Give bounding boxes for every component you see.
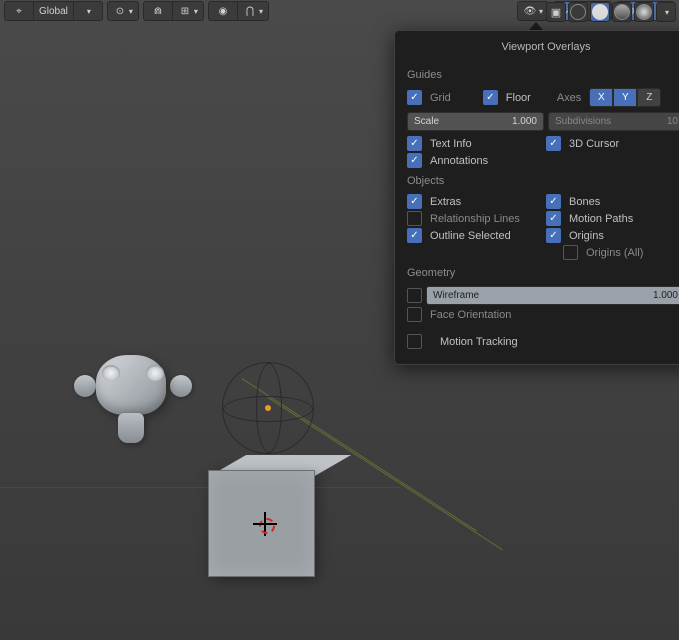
axes-toggle-group: X Y Z (589, 88, 661, 107)
monkey-ear-right (170, 375, 192, 397)
grid-label: Grid (426, 92, 451, 104)
chevron-down-icon: ▾ (665, 8, 669, 17)
floor-label: Floor (502, 92, 531, 104)
relationship-checkbox[interactable] (407, 211, 422, 226)
chevron-down-icon: ▾ (87, 7, 91, 16)
origins-label: Origins (565, 230, 604, 242)
subdivisions-label: Subdivisions (555, 116, 611, 127)
lookdev-shading[interactable] (612, 2, 632, 22)
sphere-origin (265, 405, 271, 411)
outline-selected-checkbox[interactable] (407, 228, 422, 243)
origins-checkbox[interactable] (546, 228, 561, 243)
shading-mode-group: ▣ ▾ (546, 2, 676, 22)
floor-checkbox[interactable] (483, 90, 498, 105)
monkey-head (96, 355, 166, 415)
snap-target-dropdown[interactable]: ⊞▾ (173, 2, 203, 20)
cursor3d-label: 3D Cursor (565, 138, 619, 150)
bones-checkbox[interactable] (546, 194, 561, 209)
outline-selected-label: Outline Selected (426, 230, 511, 242)
text-info-label: Text Info (426, 138, 472, 150)
motion-paths-label: Motion Paths (565, 213, 633, 225)
xray-icon: ▣ (549, 5, 563, 19)
lookdev-circle-icon (614, 4, 630, 20)
monkey-ear-left (74, 375, 96, 397)
motion-tracking-label: Motion Tracking (426, 336, 518, 348)
wireframe-label: Wireframe (433, 290, 479, 301)
viewport-overlays-popover: Viewport Overlays Guides Grid Floor Axes… (394, 30, 679, 365)
section-guides: Guides (407, 63, 679, 87)
bones-label: Bones (565, 196, 600, 208)
sphere-wireframe[interactable] (222, 362, 314, 454)
chevron-down-icon: ▾ (129, 7, 133, 16)
subdivisions-value: 10 (667, 116, 678, 127)
axis-x-toggle[interactable]: X (589, 88, 613, 107)
snap-toggle[interactable]: ⋒ (144, 2, 173, 20)
origins-all-label: Origins (All) (582, 247, 643, 259)
scale-field-value: 1.000 (512, 116, 537, 127)
motion-tracking-checkbox[interactable] (407, 334, 422, 349)
transform-orientation-dropdown[interactable]: ⌖ Global ▾ (4, 1, 103, 21)
orientation-icon: ⌖ (12, 4, 26, 18)
eye-icon: 👁 (523, 4, 537, 18)
wire-circle-icon (570, 4, 586, 20)
proportional-icon: ◉ (216, 4, 230, 18)
proportional-edit-group: ◉ ⋂▾ (208, 1, 269, 21)
pivot-dropdown[interactable]: ⊙▾ (107, 1, 139, 21)
wireframe-checkbox[interactable] (407, 288, 422, 303)
monkey-eye-right (146, 365, 164, 381)
monkey-mesh[interactable] (78, 355, 188, 450)
extras-checkbox[interactable] (407, 194, 422, 209)
rendered-circle-icon (636, 4, 652, 20)
chevron-down-icon: ▾ (539, 7, 543, 16)
snap-toggle-group: ⋒ ⊞▾ (143, 1, 204, 21)
axis-y-toggle[interactable]: Y (613, 88, 637, 107)
rendered-shading[interactable] (634, 2, 654, 22)
popover-title: Viewport Overlays (407, 41, 679, 63)
spacer (546, 246, 559, 259)
origins-all-checkbox[interactable] (563, 245, 578, 260)
subdivisions-field[interactable]: Subdivisions 10 (548, 112, 679, 131)
text-info-checkbox[interactable] (407, 136, 422, 151)
falloff-icon: ⋂ (243, 4, 257, 18)
extras-label: Extras (426, 196, 461, 208)
monkey-neck (118, 413, 144, 443)
axes-label: Axes (553, 92, 581, 104)
annotations-checkbox[interactable] (407, 153, 422, 168)
cursor-3d-ring (259, 518, 275, 534)
header-toolbar: ⌖ Global ▾ ⊙▾ ⋒ ⊞▾ ◉ ⋂▾ 👁▾ ↗ ▾ ⊚ ▾ ▣ ▾ (0, 0, 679, 22)
grid-checkbox[interactable] (407, 90, 422, 105)
axis-z-toggle[interactable]: Z (637, 88, 661, 107)
scale-field-label: Scale (414, 116, 439, 127)
face-orientation-label: Face Orientation (426, 309, 511, 321)
monkey-eye-left (102, 365, 120, 381)
face-orientation-checkbox[interactable] (407, 307, 422, 322)
orientation-label: Global (34, 2, 74, 20)
solid-shading[interactable] (590, 2, 610, 22)
popover-arrow (529, 22, 543, 30)
xray-toggle[interactable]: ▣ (546, 2, 566, 22)
relationship-label: Relationship Lines (426, 213, 520, 225)
chevron-down-icon: ▾ (259, 7, 263, 16)
shading-dropdown[interactable]: ▾ (656, 2, 676, 22)
chevron-down-icon: ▾ (194, 7, 198, 16)
annotations-label: Annotations (426, 155, 488, 167)
magnet-icon: ⋒ (151, 4, 165, 18)
scale-field[interactable]: Scale 1.000 (407, 112, 544, 131)
wireframe-field[interactable]: Wireframe 1.000 (426, 286, 679, 305)
section-geometry: Geometry (407, 261, 679, 285)
axis-x-line (0, 487, 400, 488)
proportional-toggle[interactable]: ◉ (209, 2, 238, 20)
section-objects: Objects (407, 169, 679, 193)
visibility-dropdown[interactable]: 👁▾ (517, 1, 549, 21)
cursor-3d[interactable] (253, 512, 277, 536)
snap-increment-icon: ⊞ (178, 4, 192, 18)
cursor3d-checkbox[interactable] (546, 136, 561, 151)
solid-circle-icon (592, 4, 608, 20)
wireframe-shading[interactable] (568, 2, 588, 22)
proportional-falloff-dropdown[interactable]: ⋂▾ (238, 2, 268, 20)
pivot-icon: ⊙ (113, 4, 127, 18)
motion-paths-checkbox[interactable] (546, 211, 561, 226)
wireframe-value: 1.000 (653, 290, 678, 301)
